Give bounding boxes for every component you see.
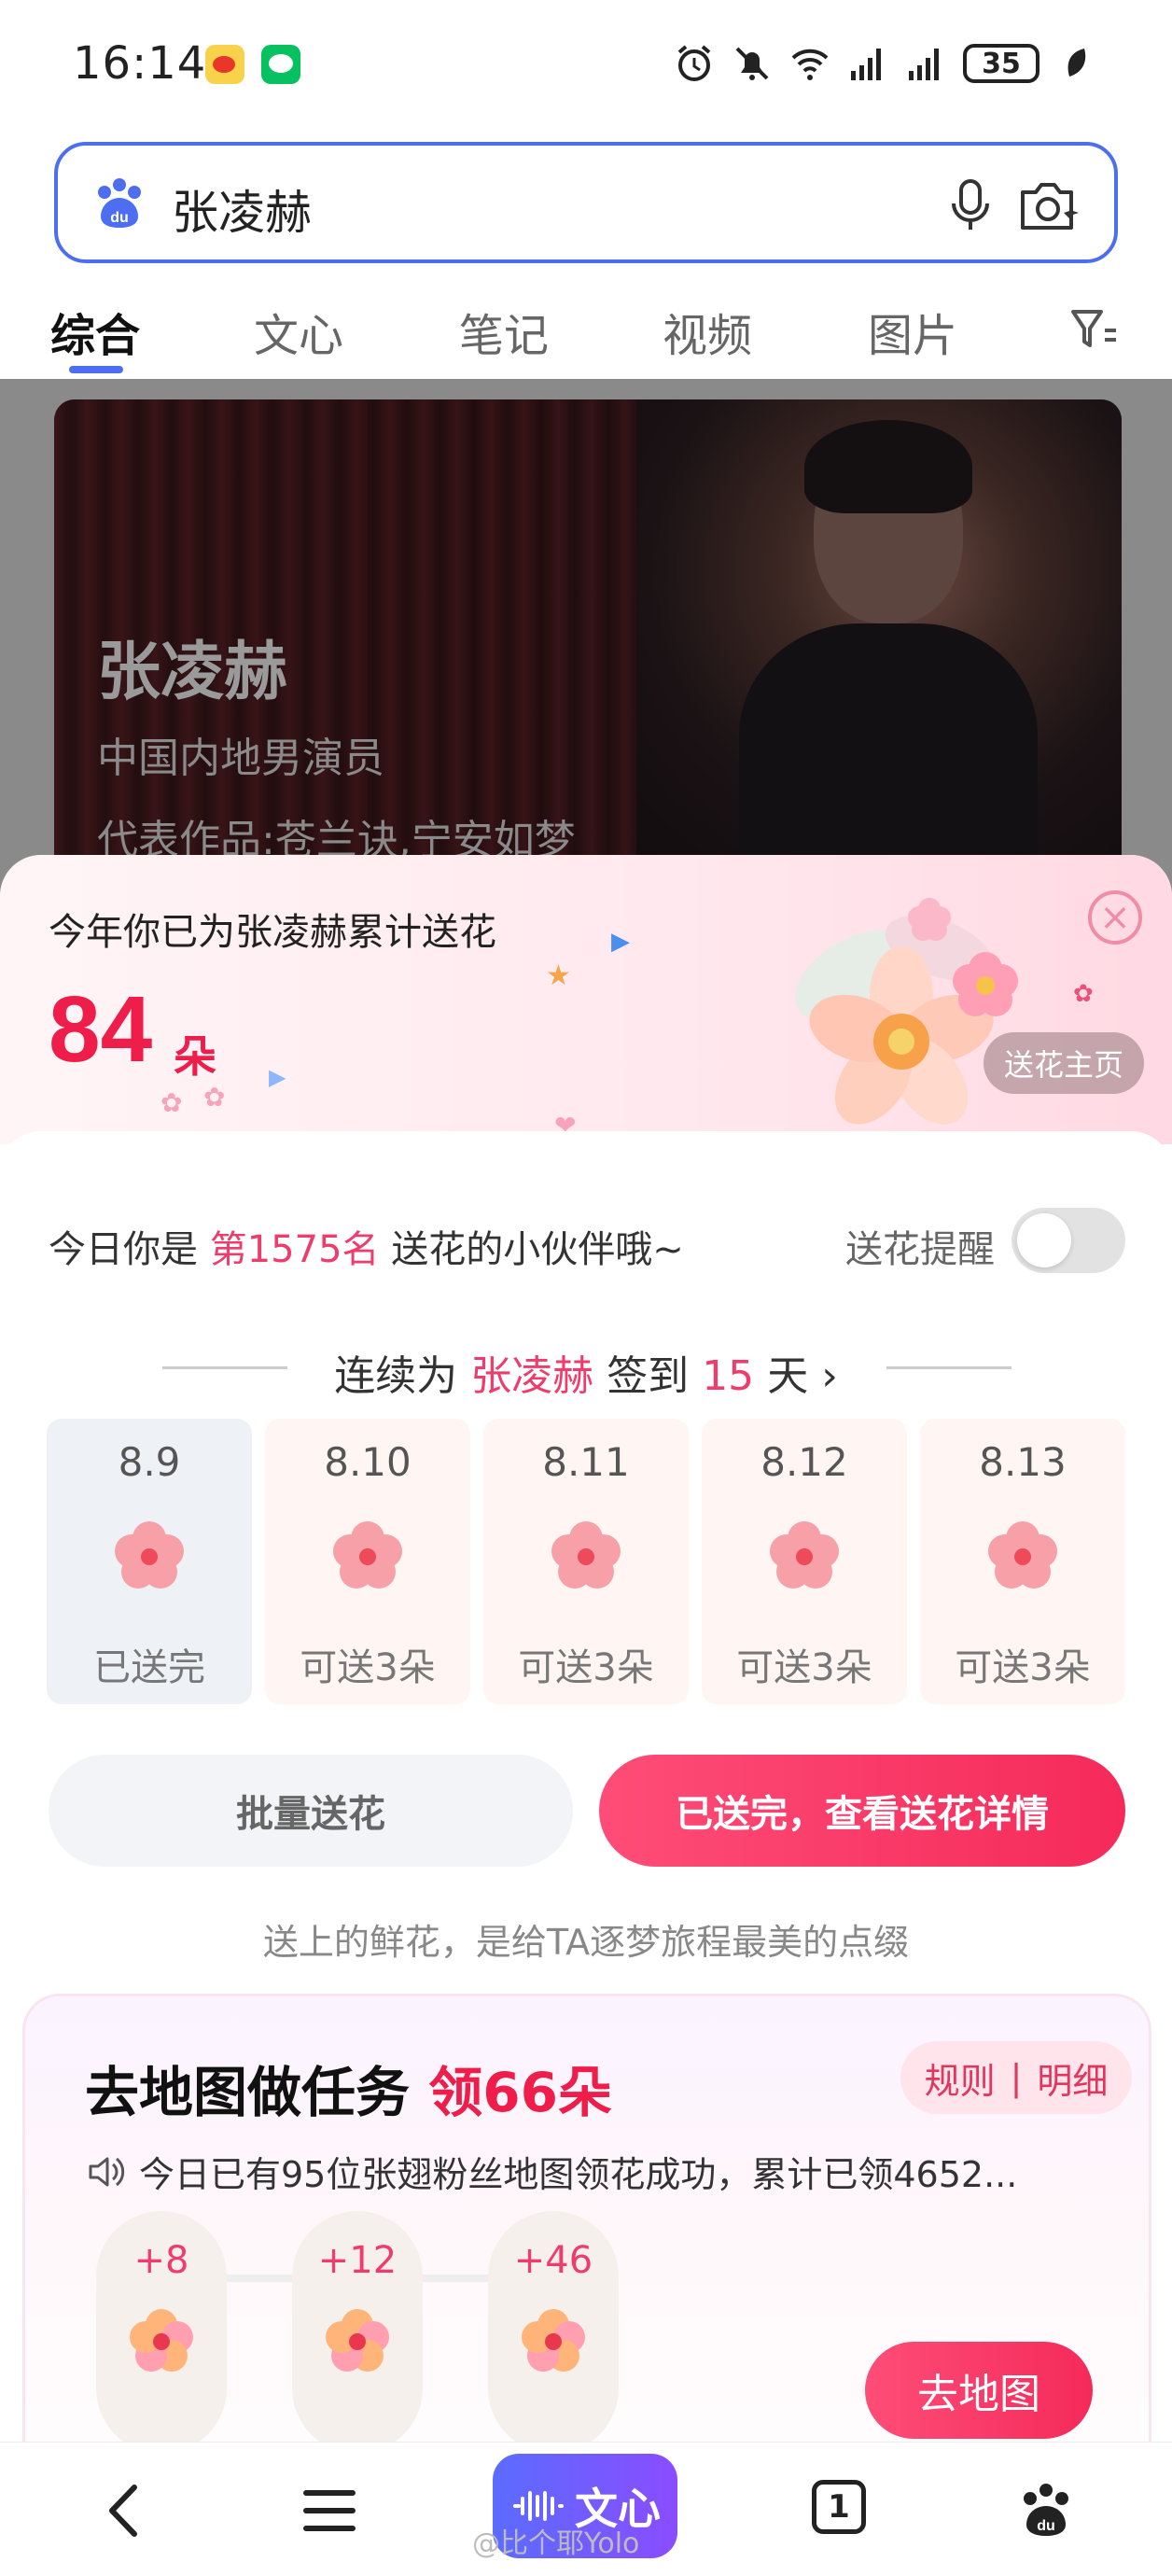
close-button[interactable]: ×	[1088, 890, 1142, 945]
wenxin-icon	[513, 2491, 564, 2521]
notice-text: 今日已有95位张翅粉丝地图领花成功，累计已领4652...	[139, 2154, 1018, 2195]
reward-node: +46	[488, 2211, 619, 2442]
day-card[interactable]: 8.11 可送3朵	[483, 1419, 689, 1704]
signal-icon	[905, 43, 946, 84]
rank-value: 第1575名	[209, 1228, 380, 1271]
map-task-card: 去地图做任务 领66朵 规则 | 明细 今日已有95位张翅粉丝地图领花成功，累计…	[22, 1994, 1151, 2442]
baidu-logo: du	[91, 175, 147, 231]
search-tabs: 综合 文心 笔记 视频 图片	[0, 280, 1172, 377]
flower-icon	[326, 2309, 389, 2372]
battery-icon: 35	[963, 44, 1039, 83]
status-time: 16:14	[73, 37, 207, 90]
bouquet-illustration	[795, 898, 1018, 1125]
system-icons: 35	[674, 43, 1097, 84]
tab-wenxin[interactable]: 文心	[254, 299, 343, 364]
flower-icon	[130, 2309, 193, 2372]
alarm-icon	[674, 43, 715, 84]
search-input[interactable]: 张凌赫	[172, 175, 312, 243]
flower-icon	[115, 1521, 184, 1589]
daily-gift-list: 8.9 已送完 8.10 可送3朵 8.11 可送3朵 8.12 可送3朵 8.…	[47, 1419, 1129, 1704]
rules-link[interactable]: 规则	[925, 2052, 996, 2104]
hero-card[interactable]: 张凌赫 中国内地男演员 代表作品:苍兰诀,宁安如梦	[54, 399, 1122, 885]
flower-icon: ✿	[160, 1087, 183, 1118]
microphone-icon[interactable]	[942, 175, 998, 235]
weibo-icon	[205, 45, 244, 84]
day-card[interactable]: 8.12 可送3朵	[702, 1419, 907, 1704]
gift-unit: 朵	[174, 1031, 216, 1082]
flower-icon	[770, 1521, 839, 1589]
gift-count: 84	[49, 977, 153, 1082]
go-to-map-button[interactable]: 去地图	[865, 2342, 1093, 2439]
flower-icon	[551, 1521, 621, 1589]
task-title: 去地图做任务 领66朵	[85, 2061, 612, 2124]
checkin-streak[interactable]: 连续为 张凌赫 签到 15 天 ›	[0, 1342, 1172, 1400]
tab-active-indicator	[69, 366, 123, 373]
svg-text:du: du	[110, 210, 129, 226]
flower-icon: ✿	[203, 1082, 226, 1113]
flower-icon: ✿	[1073, 980, 1094, 1008]
speaker-icon	[85, 2151, 126, 2192]
svg-text:du: du	[1037, 2518, 1055, 2534]
reward-node: +8	[96, 2211, 227, 2442]
day-card[interactable]: 8.13 可送3朵	[920, 1419, 1125, 1704]
gift-reminder-toggle[interactable]	[1012, 1208, 1125, 1273]
gift-panel-body: 今日你是 第1575名 送花的小伙伴哦~ 送花提醒 连续为 张凌赫 签到 15 …	[0, 1131, 1172, 2442]
gift-reminder-label: 送花提醒	[845, 1228, 995, 1271]
menu-icon[interactable]	[297, 2478, 362, 2543]
tab-notes[interactable]: 笔记	[459, 299, 549, 364]
wechat-icon	[261, 45, 300, 84]
wifi-icon	[789, 43, 830, 84]
hero-subtitle: 中国内地男演员	[97, 735, 384, 782]
reward-node: +12	[292, 2211, 423, 2442]
gift-summary-title: 今年你已为张凌赫累计送花	[49, 911, 496, 954]
tab-images[interactable]: 图片	[868, 299, 957, 364]
back-icon[interactable]	[93, 2478, 159, 2543]
star-icon: ★	[546, 959, 571, 992]
signal-icon	[847, 43, 888, 84]
tab-comprehensive[interactable]: 综合	[50, 299, 140, 364]
hero-name: 张凌赫	[97, 636, 288, 709]
leaf-icon	[1056, 43, 1097, 84]
toggle-knob	[1017, 1213, 1071, 1267]
gift-summary-header: 今年你已为张凌赫累计送花 84 朵 ★ ▶ ▶ ✿ ✿ ❤ ✿ × 送花主页	[0, 855, 1172, 1144]
triangle-icon: ▶	[269, 1064, 286, 1090]
rules-details-pill: 规则 | 明细	[900, 2041, 1132, 2114]
batch-gift-button[interactable]: 批量送花	[49, 1755, 573, 1867]
filter-icon[interactable]	[1067, 302, 1120, 355]
flower-icon	[333, 1521, 402, 1589]
day-card[interactable]: 8.9 已送完	[47, 1419, 252, 1704]
tab-videos[interactable]: 视频	[663, 299, 752, 364]
flower-icon	[988, 1521, 1057, 1589]
actor-photo	[636, 399, 1122, 885]
rank-line: 今日你是 第1575名 送花的小伙伴哦~	[49, 1228, 684, 1271]
mute-icon	[732, 43, 773, 84]
view-gift-details-button[interactable]: 已送完，查看送花详情	[599, 1755, 1125, 1867]
flower-home-button[interactable]: 送花主页	[984, 1032, 1144, 1094]
watermark: @比个耶Yolo	[472, 2527, 640, 2560]
triangle-icon: ▶	[611, 928, 630, 956]
chevron-right-icon: ›	[821, 1352, 838, 1400]
baidu-home-icon[interactable]: du	[1013, 2478, 1079, 2543]
day-card[interactable]: 8.10 可送3朵	[265, 1419, 470, 1704]
slogan: 送上的鲜花，是给TA逐梦旅程最美的点缀	[262, 1922, 910, 1963]
status-bar: 16:14 35	[0, 0, 1172, 131]
flower-gift-sheet: 今年你已为张凌赫累计送花 84 朵 ★ ▶ ▶ ✿ ✿ ❤ ✿ × 送花主页 今…	[0, 855, 1172, 2442]
camera-search-icon[interactable]	[1015, 175, 1081, 235]
tabs-icon[interactable]: 1	[812, 2480, 866, 2534]
search-bar[interactable]: du 张凌赫	[54, 142, 1118, 263]
details-link[interactable]: 明细	[1037, 2052, 1108, 2104]
flower-icon	[522, 2309, 585, 2372]
